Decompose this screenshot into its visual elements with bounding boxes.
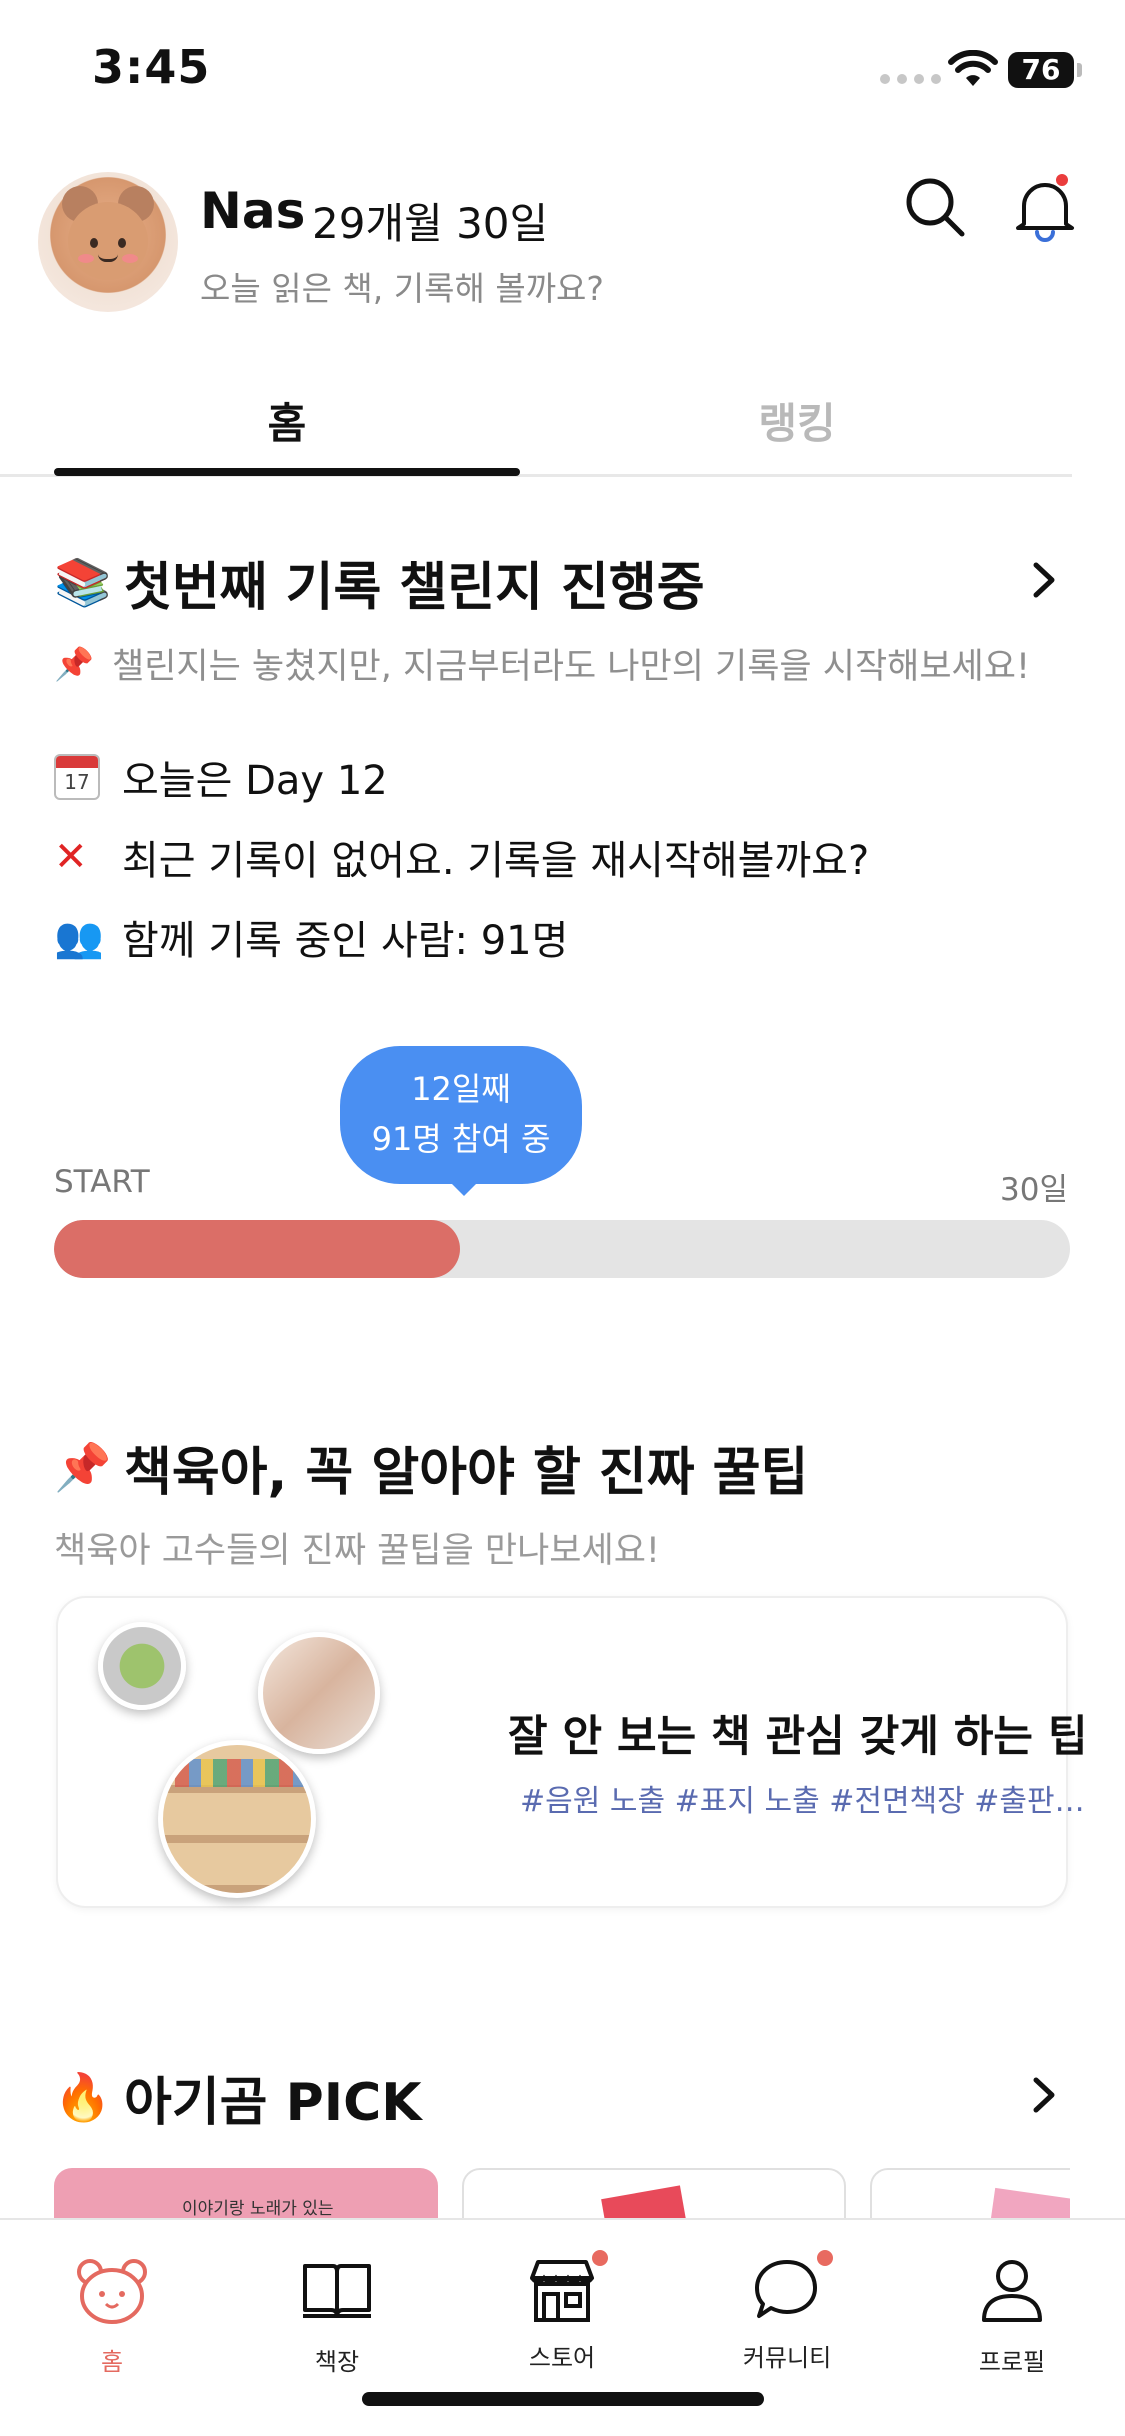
home-indicator [362,2392,764,2406]
header-subtitle: 오늘 읽은 책, 기록해 볼까요? [200,269,604,308]
tip-card-heading: 잘 안 보는 책 관심 갖게 하는 팁 [508,1712,1088,1762]
challenge-note: 📌 챌린지는 놓쳤지만, 지금부터라도 나만의 기록을 시작해보세요! [54,638,1030,689]
community-badge [817,2250,833,2266]
progress-tooltip: 12일째 91명 참여 중 [340,1046,582,1184]
tip-card-tags: #음원 노출 #표지 노출 #전면책장 #출판사 교육 ... [520,1784,1090,1819]
progress-end-label: 30일 [1000,1172,1068,1208]
nav-bookshelf-label: 책장 [314,2348,360,2376]
nav-home-label: 홈 [100,2348,124,2376]
pick-card[interactable] [870,2168,1070,2220]
avatar[interactable] [38,172,178,312]
nav-community-label: 커뮤니티 [742,2344,832,2372]
status-time: 3:45 [92,40,211,94]
user-name: Nas [200,182,306,240]
nav-profile-label: 프로필 [978,2348,1046,2376]
fire-icon: 🔥 [54,2070,112,2124]
tips-subtitle: 책육아 고수들의 진짜 꿀팁을 만나보세요! [54,1531,660,1571]
challenge-note-text: 챌린지는 놓쳤지만, 지금부터라도 나만의 기록을 시작해보세요! [112,647,1030,687]
progress-bar [54,1220,1070,1278]
person-icon [982,2260,1042,2322]
calendar-icon: 17 [54,754,122,800]
nav-community[interactable]: 커뮤니티 [707,2250,867,2373]
chevron-right-icon[interactable] [1024,2070,1064,2120]
wifi-icon [948,50,998,86]
nav-profile[interactable]: 프로필 [932,2250,1092,2377]
nav-store-label: 스토어 [528,2344,596,2372]
day-row: 17 오늘은 Day 12 [54,748,388,806]
people-text: 함께 기록 중인 사람: 91명 [122,918,569,964]
nav-store[interactable]: 스토어 [482,2250,642,2373]
tooltip-participants: 91명 참여 중 [371,1120,551,1158]
nav-home[interactable]: 홈 [32,2250,192,2377]
store-icon [530,2260,594,2322]
progress-start-label: START [54,1164,150,1200]
notification-badge [1054,172,1070,188]
search-icon[interactable] [900,172,970,242]
pick-carousel[interactable]: 이야기랑 노래가 있는 [54,2168,1070,2220]
pushpin-icon: 📌 [54,644,94,683]
challenge-title-text: 첫번째 기록 챌린지 진행중 [124,558,705,618]
store-badge [592,2250,608,2266]
tooltip-day: 12일째 [411,1070,511,1108]
tip-card[interactable]: 잘 안 보는 책 관심 갖게 하는 팁 #음원 노출 #표지 노출 #전면책장 … [56,1596,1090,1908]
tab-active-indicator [54,468,520,476]
tab-home[interactable]: 홈 [54,390,520,451]
pick-card[interactable]: 이야기랑 노래가 있는 [54,2168,438,2220]
people-row: 👥 함께 기록 중인 사람: 91명 [54,908,568,966]
pick-title[interactable]: 🔥 아기곰 PICK [54,2060,422,2135]
warning-text: 최근 기록이 없어요. 기록을 재시작해볼까요? [122,838,870,884]
tab-ranking[interactable]: 랭킹 [564,390,1030,451]
chevron-right-icon[interactable] [1024,555,1064,605]
challenge-title[interactable]: 📚 첫번째 기록 챌린지 진행중 [54,545,705,620]
pushpin-icon: 📌 [54,1440,112,1494]
user-age: 29개월 30일 [312,199,549,248]
books-icon: 📚 [54,555,112,609]
people-icon: 👥 [54,914,104,961]
pick-card[interactable] [462,2168,846,2220]
battery-indicator: 76 [1008,52,1074,88]
day-text: 오늘은 Day 12 [122,758,388,804]
tip-card-image [88,1622,468,1898]
bear-icon [77,2259,147,2324]
battery-cap-icon [1077,63,1082,77]
book-icon [303,2264,371,2318]
tips-title: 📌 책육아, 꼭 알아야 할 진짜 꿀팁 [54,1430,808,1505]
chat-bubble-icon [755,2260,817,2318]
cross-mark-icon: ✕ [54,834,88,880]
status-bar: 3:45 76 [0,0,1125,140]
warning-row: ✕ 최근 기록이 없어요. 기록을 재시작해볼까요? [54,828,869,886]
tips-title-text: 책육아, 꼭 알아야 할 진짜 꿀팁 [124,1443,809,1503]
pick-title-text: 아기곰 PICK [124,2073,422,2133]
pick-card-text: 이야기랑 노래가 있는 [182,2199,334,2219]
signal-icon [880,74,941,84]
progress-bar-fill [54,1220,461,1278]
tooltip-tail [448,1180,480,1196]
tab-bar: 홈 랭킹 [0,360,1125,478]
nav-bookshelf[interactable]: 책장 [257,2250,417,2377]
